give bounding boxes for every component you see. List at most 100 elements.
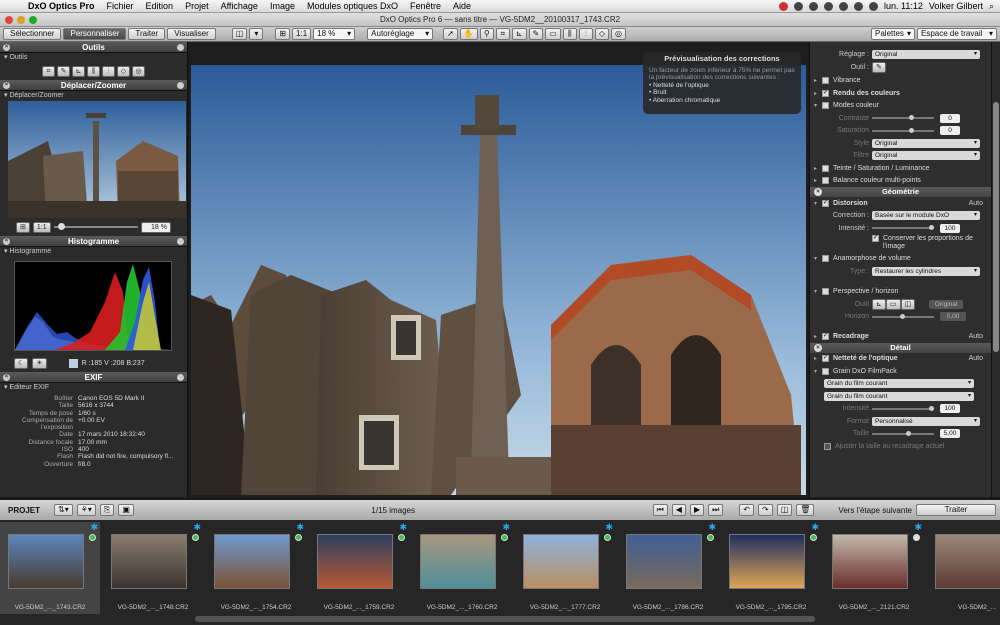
menu-affichage[interactable]: Affichage	[215, 1, 264, 11]
close-icon[interactable]: ×	[3, 238, 10, 245]
contraste-value[interactable]: 0	[940, 113, 960, 123]
bluetooth-icon[interactable]	[824, 1, 834, 11]
exif-header[interactable]: × EXIF	[0, 372, 187, 383]
detail-section-header[interactable]: × Détail	[810, 342, 991, 353]
last-image-icon[interactable]: ⏭	[708, 504, 724, 516]
fullscreen-icon[interactable]: ▣	[118, 504, 134, 516]
levels-icon[interactable]: ⫼	[562, 28, 577, 40]
film-thumbnail-image[interactable]	[111, 534, 187, 589]
zoom-window-button[interactable]	[29, 16, 37, 24]
star-icon[interactable]: ✱	[296, 522, 304, 533]
grain-intensite-value[interactable]: 100	[940, 404, 960, 414]
exif-sub[interactable]: ▾ Editeur EXIF	[0, 383, 187, 393]
nettete-checkbox[interactable]: ✓	[822, 355, 829, 363]
film-thumbnail-image[interactable]	[729, 534, 805, 589]
eyedropper-icon[interactable]: ✎	[872, 62, 886, 73]
user-name[interactable]: Volker Gilbert	[929, 1, 983, 11]
histogramme-sub[interactable]: ▾ Histogramme	[0, 247, 187, 257]
close-icon[interactable]: ×	[3, 44, 10, 51]
grain-checkbox[interactable]	[822, 367, 829, 375]
sync-icon[interactable]	[809, 1, 819, 11]
star-icon[interactable]: ✱	[90, 522, 98, 533]
film-thumbnail[interactable]: ✱ VG-5DM2_..._1795.CR2	[721, 522, 821, 614]
balance-multi-checkbox[interactable]	[822, 177, 829, 185]
navigator-thumbnail[interactable]	[8, 101, 186, 218]
film-thumbnail-image[interactable]	[420, 534, 496, 589]
close-window-button[interactable]	[5, 16, 13, 24]
star-icon[interactable]: ✱	[193, 522, 201, 533]
volume-icon[interactable]	[854, 1, 864, 11]
menu-modules[interactable]: Modules optiques DxO	[301, 1, 404, 11]
star-icon[interactable]: ✱	[605, 522, 613, 533]
workspace-select[interactable]: Espace de travail ▾	[917, 28, 997, 40]
star-icon[interactable]: ✱	[708, 522, 716, 533]
style-select[interactable]: Original	[872, 138, 980, 148]
star-icon[interactable]: ✱	[399, 522, 407, 533]
next-image-icon[interactable]: ▶	[689, 504, 705, 516]
type-select[interactable]: Restaurer les cylindres	[872, 266, 980, 276]
contraste-slider[interactable]	[872, 115, 934, 121]
film-thumbnail[interactable]: ✱VG-5DM2_...	[927, 522, 1000, 614]
eyedropper-icon[interactable]: ✎	[528, 28, 544, 40]
straighten-icon[interactable]: ⊾	[72, 66, 85, 77]
anamorphose-checkbox[interactable]	[822, 255, 829, 263]
outils-sub[interactable]: ▾ Outils	[0, 53, 187, 63]
film-thumbnail[interactable]: ✱ VG-5DM2_..._1748.CR2	[103, 522, 203, 614]
traiter-button[interactable]: Traiter	[916, 504, 996, 516]
options-icon[interactable]	[177, 82, 184, 89]
horizon-slider[interactable]	[872, 313, 934, 319]
wifi-icon[interactable]	[839, 1, 849, 11]
deplacer-header[interactable]: × Déplacer/Zoomer	[0, 80, 187, 91]
film-thumbnail[interactable]: ✱ VG-5DM2_..._2121.CR2	[824, 522, 924, 614]
compare-icon[interactable]: ◫	[776, 504, 793, 516]
film-thumbnail-image[interactable]	[214, 534, 290, 589]
options-icon[interactable]	[177, 374, 184, 381]
film-thumbnail[interactable]: ✱ VG-5DM2_..._1759.CR2	[309, 522, 409, 614]
menu-aide[interactable]: Aide	[447, 1, 477, 11]
spotlight-icon[interactable]: ⌕	[989, 1, 994, 12]
zoom-percent-field[interactable]: 18 %	[141, 221, 171, 233]
compare-icon[interactable]: ◫	[231, 28, 248, 40]
film-thumbnail[interactable]: ✱ VG-5DM2_..._1754.CR2	[206, 522, 306, 614]
star-icon[interactable]: ✱	[811, 522, 819, 533]
intensite-slider[interactable]	[872, 225, 935, 231]
highlight-clip-icon[interactable]: ☀	[32, 358, 47, 369]
outil2-value[interactable]: Original	[929, 299, 964, 309]
curves-icon[interactable]: ⫶	[578, 28, 593, 40]
zoom-ratio-button[interactable]: 1:1	[32, 221, 51, 233]
sort-icon[interactable]: ⇅▾	[54, 504, 73, 516]
first-image-icon[interactable]: ⏮	[652, 504, 668, 516]
right-panel-scrollbar[interactable]	[991, 42, 1000, 497]
fit-screen-icon[interactable]: ⊞	[16, 221, 30, 233]
target-icon[interactable]: ◎	[132, 66, 145, 77]
main-photo[interactable]	[191, 65, 806, 495]
conserver-row[interactable]: ✓ Conserver les proportions de l'image	[810, 234, 991, 253]
film-thumbnail[interactable]: ✱ VG-5DM2_..._1777.CR2	[515, 522, 615, 614]
recadrage-checkbox[interactable]: ✓	[822, 332, 829, 340]
saturation-slider[interactable]	[872, 127, 934, 133]
perspective-checkbox[interactable]	[822, 288, 829, 296]
saturation-value[interactable]: 0	[940, 126, 960, 136]
tab-visualiser[interactable]: Visualiser	[167, 28, 216, 40]
copy-icon[interactable]: ⎘	[99, 504, 115, 516]
taille-value[interactable]: 5,00	[940, 429, 960, 439]
eraser-icon[interactable]: ◇	[117, 66, 130, 77]
options-icon[interactable]	[177, 238, 184, 245]
perspective-tool2-icon[interactable]: ▭	[885, 298, 901, 310]
close-icon[interactable]: ×	[814, 343, 822, 352]
view-mode-icon[interactable]: ▾	[249, 28, 264, 40]
ajuster-row[interactable]: Ajuster la taille au recadrage actuel	[810, 440, 991, 453]
magnifier-icon[interactable]: ⚲	[479, 28, 494, 40]
battery-icon[interactable]	[869, 1, 879, 11]
crop-icon[interactable]: ⌗	[495, 28, 510, 40]
pointer-icon[interactable]: ➚	[443, 28, 458, 40]
distorsion-checkbox[interactable]: ✓	[822, 199, 829, 207]
nettete-row[interactable]: ▸ ✓ Netteté de l'optique Auto	[810, 353, 991, 366]
film-thumbnail-image[interactable]	[832, 534, 908, 589]
grain-intensite-slider[interactable]	[872, 405, 935, 411]
shadow-clip-icon[interactable]: ☾	[14, 358, 29, 369]
zoom-1to1-button[interactable]: 1:1	[292, 28, 312, 40]
status-icon[interactable]	[779, 1, 789, 11]
menu-fichier[interactable]: Fichier	[101, 1, 140, 11]
levels-icon[interactable]: ⫼	[87, 66, 100, 77]
